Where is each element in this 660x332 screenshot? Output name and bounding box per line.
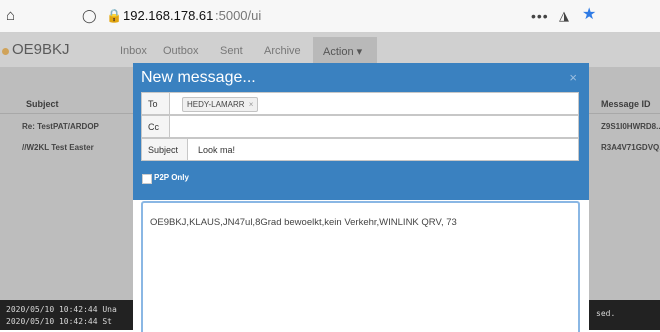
- insecure-lock-icon[interactable]: 🔒: [106, 8, 122, 24]
- home-icon[interactable]: ⌂: [6, 8, 22, 24]
- pocket-icon[interactable]: ◮: [559, 8, 575, 24]
- nav-action-label: Action ▾: [323, 46, 363, 58]
- row-subject[interactable]: //W2KL Test Easter: [22, 143, 94, 152]
- row-subject[interactable]: Re: TestPAT/ARDOP: [22, 122, 99, 131]
- row-message-id[interactable]: Z9S1I0HWRD8...: [601, 122, 660, 131]
- log-line-tail: sed.: [596, 309, 616, 318]
- cc-label: Cc: [142, 116, 170, 137]
- nav-archive[interactable]: Archive: [264, 45, 301, 57]
- message-body-text: OE9BKJ,KLAUS,JN47ul,8Grad bewoelkt,kein …: [150, 217, 457, 228]
- url-path[interactable]: :5000/ui: [215, 8, 261, 24]
- log-line: 2020/05/10 10:42:44 St: [6, 317, 112, 326]
- shield-icon[interactable]: ◯: [82, 8, 97, 24]
- url-host[interactable]: 192.168.178.61: [123, 8, 213, 24]
- column-subject[interactable]: Subject: [26, 99, 59, 109]
- subject-field[interactable]: Subject Look ma!: [141, 138, 579, 161]
- new-message-modal: New message... × To HEDY-LAMARR × Cc Sub…: [133, 63, 589, 332]
- recipient-tag[interactable]: HEDY-LAMARR ×: [182, 97, 259, 112]
- browser-toolbar: ⌂ ◯ 🔒 192.168.178.61 :5000/ui ••• ◮ ★: [0, 0, 660, 33]
- message-body-textarea[interactable]: OE9BKJ,KLAUS,JN47ul,8Grad bewoelkt,kein …: [141, 201, 580, 332]
- nav-sent[interactable]: Sent: [220, 45, 243, 57]
- p2p-checkbox[interactable]: [142, 174, 152, 184]
- close-icon[interactable]: ×: [569, 70, 577, 85]
- recipient-name: HEDY-LAMARR: [187, 100, 245, 109]
- to-field[interactable]: To HEDY-LAMARR ×: [141, 92, 579, 115]
- cc-field[interactable]: Cc: [141, 115, 579, 138]
- status-dot: [2, 48, 9, 55]
- p2p-label[interactable]: P2P Only: [154, 173, 189, 182]
- star-icon[interactable]: ★: [582, 7, 596, 23]
- nav-outbox[interactable]: Outbox: [163, 45, 198, 57]
- nav-inbox[interactable]: Inbox: [120, 45, 147, 57]
- subject-input[interactable]: Look ma!: [198, 139, 235, 160]
- more-menu-icon[interactable]: •••: [531, 8, 549, 24]
- subject-label: Subject: [142, 139, 188, 160]
- row-message-id[interactable]: R3A4V71GDVQ...: [601, 143, 660, 152]
- column-message-id[interactable]: Message ID: [601, 99, 651, 109]
- modal-header: New message... × To HEDY-LAMARR × Cc Sub…: [133, 63, 589, 200]
- to-label: To: [142, 93, 170, 114]
- remove-recipient-icon[interactable]: ×: [249, 100, 254, 109]
- log-line: 2020/05/10 10:42:44 Una: [6, 305, 117, 314]
- callsign-brand[interactable]: OE9BKJ: [12, 41, 70, 58]
- modal-title: New message...: [141, 69, 256, 86]
